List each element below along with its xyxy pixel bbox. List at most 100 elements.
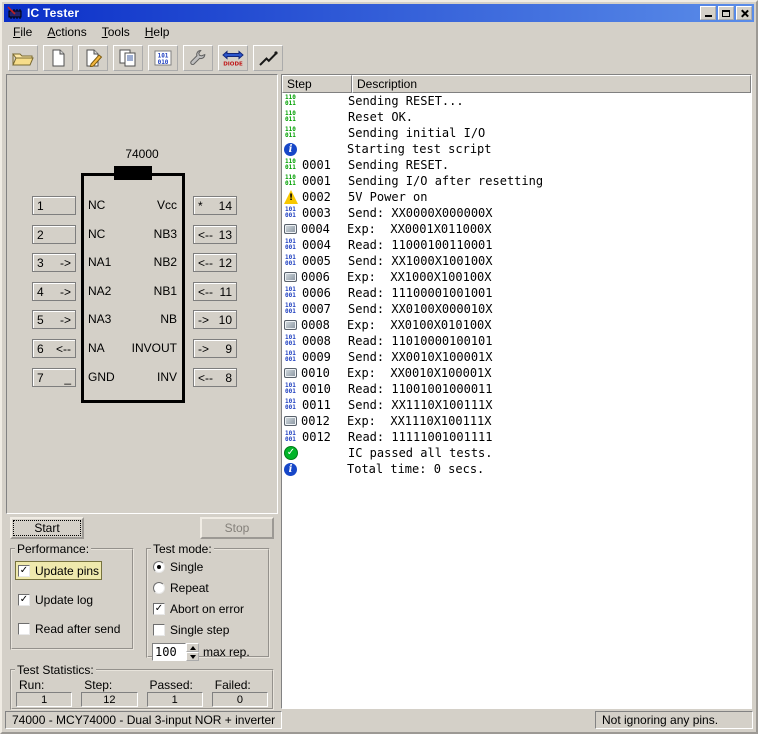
log-row[interactable]: 0011Send: XX1110X100111X bbox=[282, 397, 751, 413]
radio-selected-icon bbox=[153, 561, 165, 573]
log-row[interactable]: 0008Exp: XX0100X010100X bbox=[282, 317, 751, 333]
chip-icon bbox=[284, 320, 297, 330]
titlebar[interactable]: IC Tester bbox=[4, 4, 754, 22]
checkbox-single-step[interactable]: Single step bbox=[150, 620, 232, 639]
log-row[interactable]: 0001Sending RESET. bbox=[282, 157, 751, 173]
log-row[interactable]: 0001Sending I/O after resetting bbox=[282, 173, 751, 189]
diode-check-button[interactable]: DIODE bbox=[218, 45, 248, 71]
log-row[interactable]: 0008Read: 11010000100101 bbox=[282, 333, 751, 349]
stat-label: Run: bbox=[16, 678, 72, 692]
log-step: 0005 bbox=[302, 254, 348, 268]
chip-icon bbox=[284, 416, 297, 426]
stat-value: 0 bbox=[212, 692, 268, 707]
log-row[interactable]: 0005Send: XX1000X100100X bbox=[282, 253, 751, 269]
pin-2[interactable]: 2 bbox=[32, 225, 76, 244]
pin-3[interactable]: 3-> bbox=[32, 253, 76, 272]
pin-4[interactable]: 4-> bbox=[32, 282, 76, 301]
stat-label: Step: bbox=[81, 678, 137, 692]
test-patterns-button[interactable]: 101010 bbox=[148, 45, 178, 71]
log-row[interactable]: Reset OK. bbox=[282, 109, 751, 125]
menu-item-help[interactable]: Help bbox=[138, 23, 178, 41]
warning-icon bbox=[284, 190, 298, 204]
log-row[interactable]: Starting test script bbox=[282, 141, 751, 157]
menu-item-tools[interactable]: Tools bbox=[95, 23, 138, 41]
checkbox-label: Read after send bbox=[35, 622, 120, 636]
minimize-button[interactable] bbox=[700, 6, 716, 20]
pin-12[interactable]: <--12 bbox=[193, 253, 237, 272]
checkbox-label: Update log bbox=[35, 593, 93, 607]
radio-repeat[interactable]: Repeat bbox=[150, 578, 212, 597]
pin-6[interactable]: 6<-- bbox=[32, 339, 76, 358]
log-row[interactable]: IC passed all tests. bbox=[282, 445, 751, 461]
log-row[interactable]: 0004Exp: XX0001X011000X bbox=[282, 221, 751, 237]
log-row[interactable]: 00025V Power on bbox=[282, 189, 751, 205]
log-desc: Read: 11111001001111 bbox=[348, 430, 751, 444]
log-row[interactable]: 0010Read: 11001001000011 bbox=[282, 381, 751, 397]
log-row[interactable]: Sending RESET... bbox=[282, 93, 751, 109]
close-button[interactable] bbox=[736, 6, 752, 20]
stat-value: 12 bbox=[81, 692, 137, 707]
run-buttons: Start Stop bbox=[6, 517, 278, 539]
stat-label: Failed: bbox=[212, 678, 268, 692]
pin-7[interactable]: 7_ bbox=[32, 368, 76, 387]
log-row[interactable]: 0012Exp: XX1110X100111X bbox=[282, 413, 751, 429]
stop-button[interactable]: Stop bbox=[200, 517, 274, 539]
pin-13[interactable]: <--13 bbox=[193, 225, 237, 244]
new-button[interactable] bbox=[43, 45, 73, 71]
pin-8[interactable]: <--8 bbox=[193, 368, 237, 387]
log-desc: Reset OK. bbox=[348, 110, 751, 124]
pin-label-na2-4: NA2 bbox=[88, 284, 111, 298]
radio-single[interactable]: Single bbox=[150, 557, 206, 576]
column-header-step[interactable]: Step bbox=[282, 75, 352, 93]
checkbox-checked-icon: ✓ bbox=[153, 603, 165, 615]
pin-direction: * bbox=[198, 199, 203, 213]
log-desc: 5V Power on bbox=[348, 190, 751, 204]
pin-1[interactable]: 1 bbox=[32, 196, 76, 215]
maximize-button[interactable] bbox=[718, 6, 734, 20]
spin-up-button[interactable] bbox=[186, 643, 199, 652]
log-row[interactable]: 0006Exp: XX1000X100100X bbox=[282, 269, 751, 285]
checkbox-read-after-send[interactable]: Read after send bbox=[15, 619, 123, 638]
pin-14[interactable]: *14 bbox=[193, 196, 237, 215]
test-mode-options: SingleRepeat✓Abort on errorSingle stepma… bbox=[148, 556, 268, 662]
binary-icon bbox=[284, 350, 298, 364]
toolbar: 101010 DIODE bbox=[4, 42, 754, 74]
log-row[interactable]: Sending initial I/O bbox=[282, 125, 751, 141]
spin-down-button[interactable] bbox=[186, 652, 199, 661]
open-button[interactable] bbox=[8, 45, 38, 71]
pin-5[interactable]: 5-> bbox=[32, 310, 76, 329]
log-row[interactable]: 0004Read: 11000100110001 bbox=[282, 237, 751, 253]
max-rep-input[interactable] bbox=[152, 643, 186, 661]
start-button[interactable]: Start bbox=[10, 517, 84, 539]
test-statistics-group: Test Statistics: Run:1Step:12Passed:1Fai… bbox=[10, 663, 274, 710]
menu-item-actions[interactable]: Actions bbox=[40, 23, 94, 41]
log-row[interactable]: 0012Read: 11111001001111 bbox=[282, 429, 751, 445]
checkbox-update-pins[interactable]: ✓Update pins bbox=[15, 561, 102, 580]
log-row[interactable]: 0009Send: XX0010X100001X bbox=[282, 349, 751, 365]
edit-button[interactable] bbox=[78, 45, 108, 71]
checkbox-abort-on-error[interactable]: ✓Abort on error bbox=[150, 599, 247, 618]
pin-9[interactable]: ->9 bbox=[193, 339, 237, 358]
log-row[interactable]: Total time: 0 secs. bbox=[282, 461, 751, 477]
checkbox-update-log[interactable]: ✓Update log bbox=[15, 590, 96, 609]
log-row[interactable]: 0003Send: XX0000X000000X bbox=[282, 205, 751, 221]
column-header-description[interactable]: Description bbox=[352, 75, 751, 93]
pin-direction: <-- bbox=[198, 285, 213, 299]
log-row[interactable]: 0010Exp: XX0010X100001X bbox=[282, 365, 751, 381]
window-title: IC Tester bbox=[27, 6, 694, 20]
pin-11[interactable]: <--11 bbox=[193, 282, 237, 301]
copy-button[interactable] bbox=[113, 45, 143, 71]
pin-number: 4 bbox=[37, 285, 44, 299]
log-row[interactable]: 0006Read: 11100001001001 bbox=[282, 285, 751, 301]
menu-item-file[interactable]: File bbox=[6, 23, 40, 41]
log-row[interactable]: 0007Send: XX0100X000010X bbox=[282, 301, 751, 317]
pin-label-nc-2: NC bbox=[88, 227, 105, 241]
send-icon bbox=[284, 158, 298, 172]
left-panel: 74000 1NC2NC3->NA14->NA25->NA36<--NA7_GN… bbox=[6, 74, 278, 709]
options-row: Performance: ✓Update pins✓Update logRead… bbox=[6, 542, 278, 658]
settings-button[interactable] bbox=[183, 45, 213, 71]
pin-number: 7 bbox=[37, 371, 44, 385]
pin-10[interactable]: ->10 bbox=[193, 310, 237, 329]
probe-button[interactable] bbox=[253, 45, 283, 71]
log-desc: Exp: XX0100X010100X bbox=[347, 318, 751, 332]
